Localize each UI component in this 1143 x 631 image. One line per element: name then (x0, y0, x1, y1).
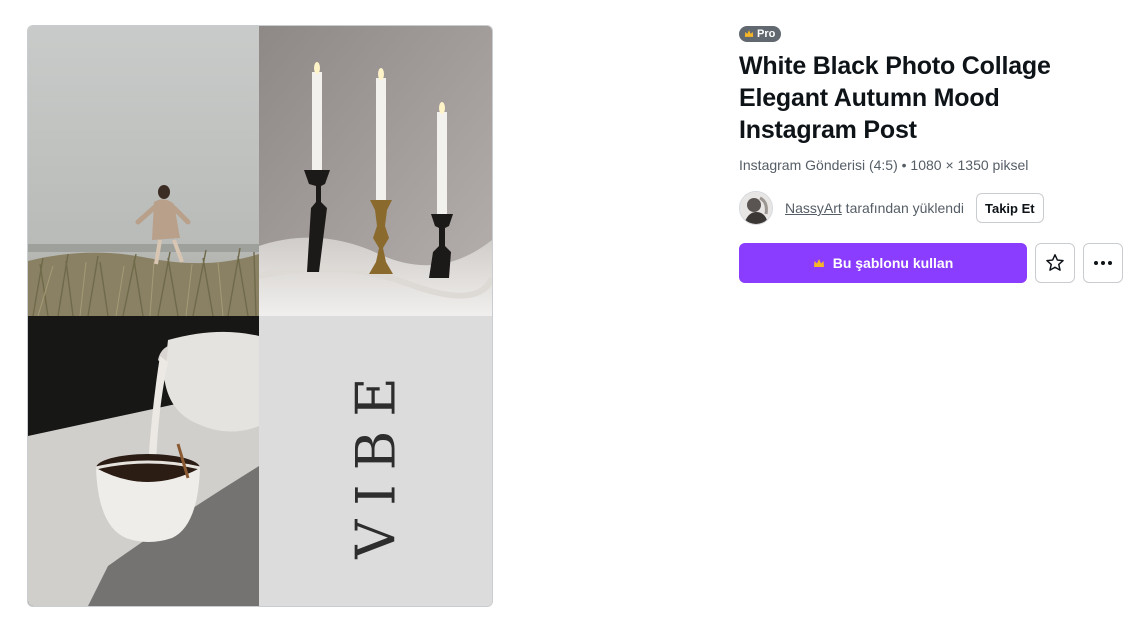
more-horizontal-icon (1094, 261, 1112, 265)
avatar[interactable] (739, 191, 773, 225)
more-options-button[interactable] (1083, 243, 1123, 283)
template-dimensions: Instagram Gönderisi (4:5) • 1080 × 1350 … (739, 157, 1029, 173)
vibe-text-panel: VIBE (259, 316, 492, 606)
author-link[interactable]: NassyArt (785, 200, 842, 216)
pro-badge-label: Pro (757, 27, 776, 40)
author-credit: NassyArt tarafından yüklendi (785, 200, 964, 216)
template-info-panel: Pro White Black Photo Collage Elegant Au… (739, 25, 1129, 283)
photo-beach-figure (28, 26, 259, 316)
use-template-label: Bu şablonu kullan (832, 255, 954, 271)
title-line-3: Instagram Post (739, 116, 917, 144)
photo-candles (259, 26, 492, 316)
crown-icon (744, 30, 754, 37)
title-line-2: Elegant Autumn Mood (739, 84, 1000, 112)
author-suffix: tarafından yüklendi (841, 200, 964, 216)
favorite-button[interactable] (1035, 243, 1075, 283)
pro-badge: Pro (739, 25, 782, 42)
page-title: White Black Photo Collage Elegant Autumn… (739, 50, 1129, 146)
crown-icon (813, 259, 824, 267)
template-preview[interactable]: VIBE (27, 25, 493, 607)
vibe-text: VIBE (344, 363, 407, 559)
star-icon (1046, 254, 1064, 271)
follow-button[interactable]: Takip Et (976, 193, 1044, 223)
action-row: Bu şablonu kullan (739, 243, 1129, 283)
title-line-1: White Black Photo Collage (739, 52, 1051, 80)
use-template-button[interactable]: Bu şablonu kullan (739, 243, 1027, 283)
author-row: NassyArt tarafından yüklendi Takip Et (739, 191, 1129, 225)
photo-pouring-milk (28, 316, 259, 606)
